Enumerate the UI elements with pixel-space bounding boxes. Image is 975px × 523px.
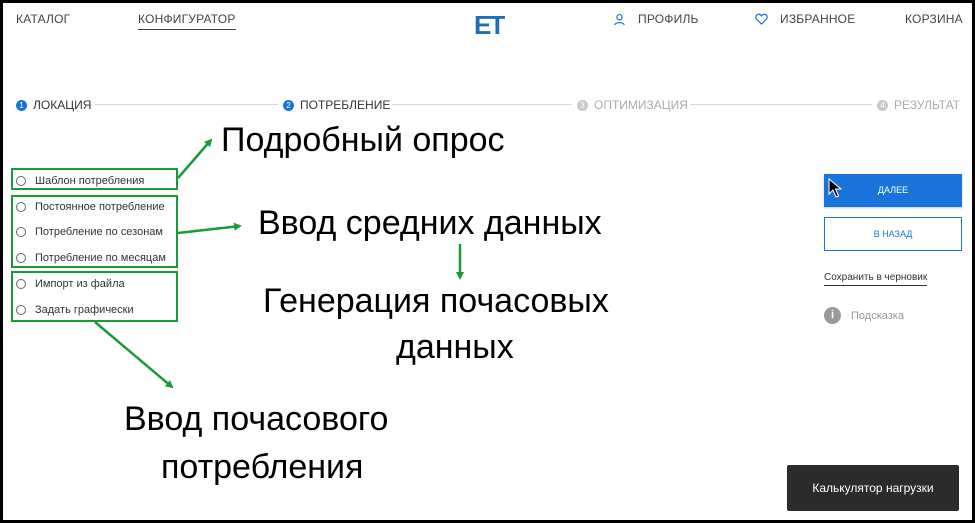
screenshot-frame	[0, 0, 975, 523]
